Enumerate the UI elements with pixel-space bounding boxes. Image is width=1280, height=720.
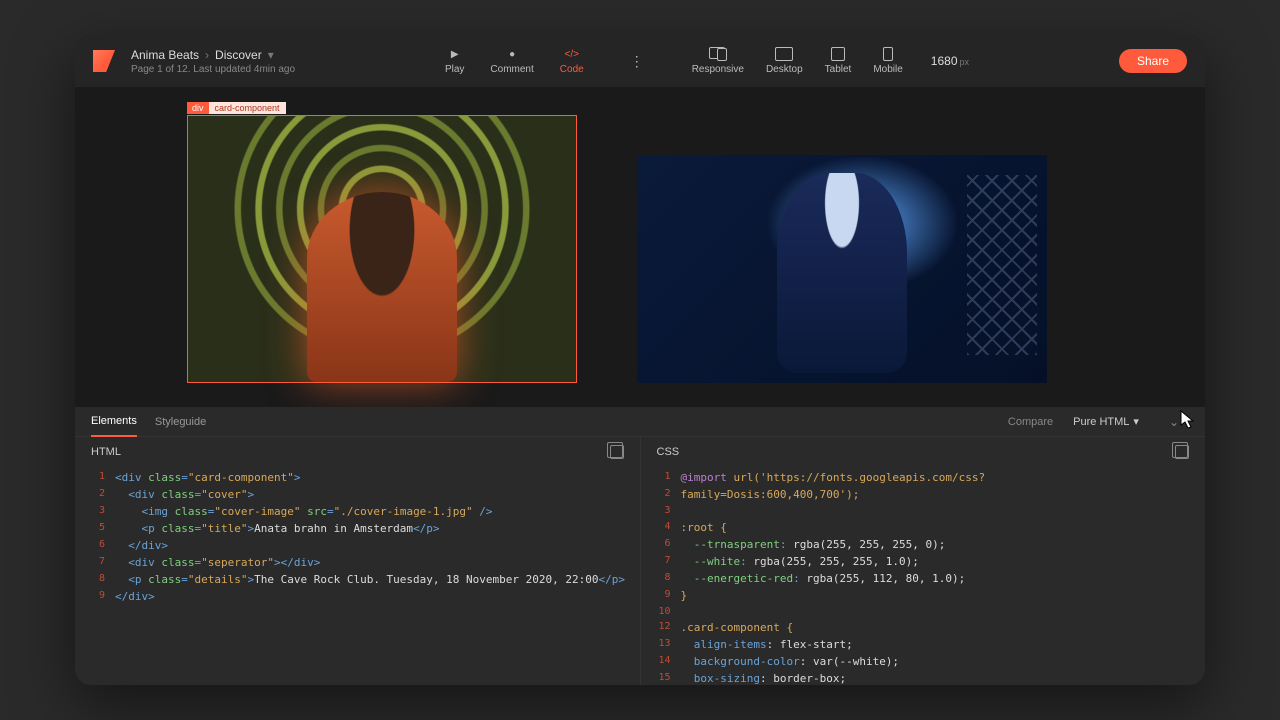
play-label: Play (445, 64, 464, 75)
html-pane-title: HTML (91, 446, 121, 458)
device-label: Mobile (873, 64, 902, 75)
selection-badge: div card-component (187, 102, 286, 114)
responsive-icon (709, 47, 727, 61)
top-bar: Anima Beats › Discover ▾ Page 1 of 12. L… (75, 35, 1205, 87)
anima-logo-icon (93, 50, 115, 72)
device-label: Desktop (766, 64, 803, 75)
page-meta: Page 1 of 12. Last updated 4min ago (131, 64, 295, 75)
project-name[interactable]: Anima Beats (131, 48, 199, 62)
device-label: Tablet (825, 64, 852, 75)
stage-truss (967, 175, 1037, 355)
device-tablet[interactable]: Tablet (825, 47, 852, 75)
desktop-icon (775, 47, 793, 61)
cover-image-a (188, 116, 576, 382)
framework-select[interactable]: Pure HTML ▾ (1073, 415, 1139, 428)
html-code-body[interactable]: 1<div class="card-component">2 <div clas… (75, 467, 640, 685)
html-pane: HTML 1<div class="card-component">2 <div… (75, 437, 640, 685)
comment-label: Comment (490, 64, 533, 75)
share-button[interactable]: Share (1119, 49, 1187, 73)
play-icon: ▶ (448, 47, 462, 61)
kebab-menu-icon[interactable]: ⋮ (630, 53, 644, 70)
viewport-width[interactable]: 1680px (931, 54, 969, 68)
width-value: 1680 (931, 54, 958, 68)
selection-name: card-component (209, 102, 286, 114)
code-panel: Elements Styleguide Compare Pure HTML ▾ … (75, 407, 1205, 685)
code-label: Code (560, 64, 584, 75)
performer-figure-b (777, 173, 907, 373)
css-code-body[interactable]: 1@import url('https://fonts.googleapis.c… (641, 467, 1206, 685)
selection-tag: div (187, 102, 209, 114)
comment-button[interactable]: ● Comment (490, 47, 533, 75)
chevron-right-icon: › (205, 48, 209, 62)
device-mobile[interactable]: Mobile (873, 47, 902, 75)
play-button[interactable]: ▶ Play (445, 47, 464, 75)
css-pane: CSS 1@import url('https://fonts.googleap… (640, 437, 1206, 685)
device-label: Responsive (692, 64, 744, 75)
width-unit: px (960, 57, 970, 67)
css-pane-title: CSS (657, 446, 680, 458)
card-component-b[interactable] (637, 155, 1047, 383)
tab-elements[interactable]: Elements (91, 407, 137, 437)
code-icon: </> (565, 47, 579, 61)
device-selector: Responsive Desktop Tablet Mobile (692, 47, 903, 75)
copy-html-button[interactable] (610, 445, 624, 459)
design-canvas[interactable]: div card-component (75, 87, 1205, 407)
device-desktop[interactable]: Desktop (766, 47, 803, 75)
caret-down-icon[interactable]: ▾ (268, 48, 274, 62)
comment-icon: ● (505, 47, 519, 61)
compare-link[interactable]: Compare (1008, 416, 1053, 428)
caret-down-icon: ▾ (1133, 415, 1139, 428)
code-split: HTML 1<div class="card-component">2 <div… (75, 437, 1205, 685)
page-name[interactable]: Discover (215, 48, 262, 62)
app-window: Anima Beats › Discover ▾ Page 1 of 12. L… (75, 35, 1205, 685)
framework-label: Pure HTML (1073, 416, 1129, 428)
performer-figure (307, 192, 457, 382)
mobile-icon (883, 47, 893, 61)
tab-styleguide[interactable]: Styleguide (155, 408, 206, 436)
tablet-icon (831, 47, 845, 61)
selected-card-component[interactable]: div card-component (187, 115, 577, 383)
copy-css-button[interactable] (1175, 445, 1189, 459)
device-responsive[interactable]: Responsive (692, 47, 744, 75)
mode-tools: ▶ Play ● Comment </> Code (445, 47, 584, 75)
collapse-panel-button[interactable]: ⌄ (1159, 415, 1189, 429)
code-tab-bar: Elements Styleguide Compare Pure HTML ▾ … (75, 407, 1205, 437)
code-button[interactable]: </> Code (560, 47, 584, 75)
breadcrumb: Anima Beats › Discover ▾ Page 1 of 12. L… (131, 48, 295, 75)
